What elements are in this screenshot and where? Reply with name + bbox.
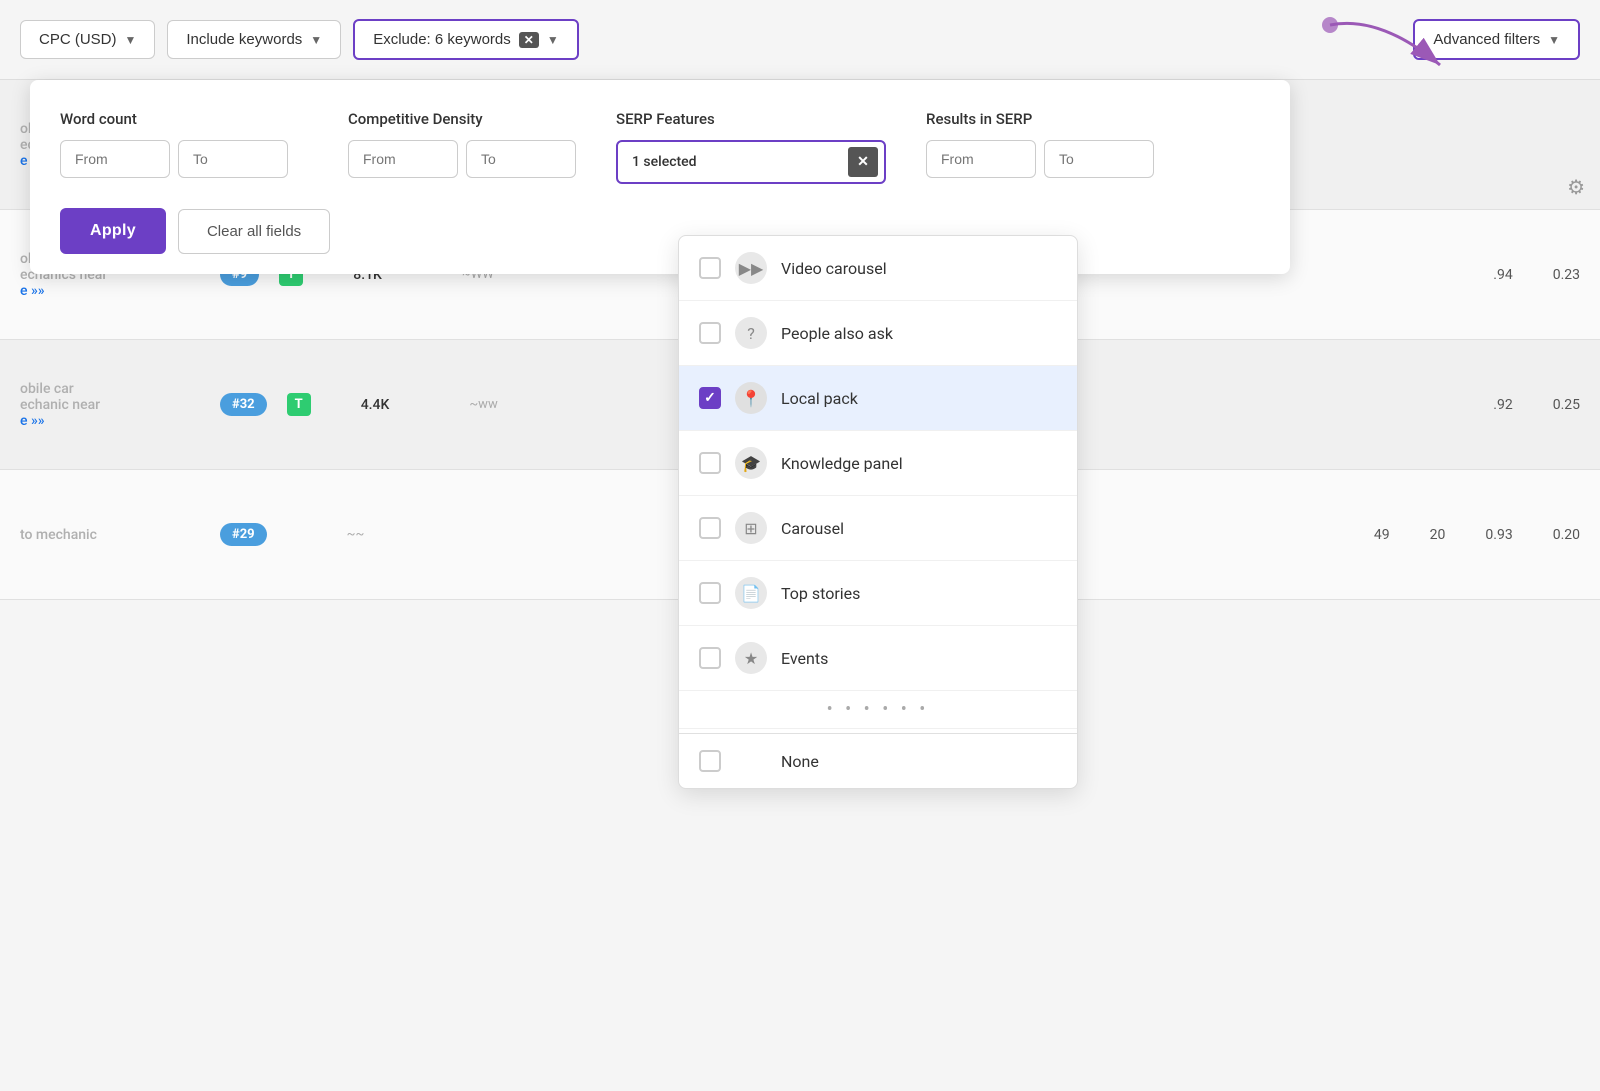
serp-option-label: None [781,752,819,771]
serp-option-label: People also ask [781,324,893,343]
serp-dropdown: ▶▶ Video carousel ? People also ask 📍 Lo… [678,235,1078,789]
panel-actions: Apply Clear all fields [60,208,1260,254]
checkbox-carousel[interactable] [699,517,721,539]
results-in-serp-from-input[interactable] [926,140,1036,178]
serp-features-filter: SERP Features 1 selected ✕ [616,110,886,184]
filters-row: Word count Competitive Density SERP Feat… [60,110,1260,184]
serp-options-list: ▶▶ Video carousel ? People also ask 📍 Lo… [679,236,1077,788]
serp-option-label: Top stories [781,584,860,603]
word-count-to-input[interactable] [178,140,288,178]
checkbox-events[interactable] [699,647,721,669]
serp-selected-count: 1 selected [618,154,848,170]
serp-option-label: Video carousel [781,259,887,278]
exclude-keywords-label: Exclude: 6 keywords [373,31,511,48]
local-pack-icon: 📍 [735,382,767,414]
results-in-serp-label: Results in SERP [926,110,1154,128]
word-count-inputs [60,140,288,178]
serp-option-events[interactable]: ★ Events [679,626,1077,691]
serp-option-top-stories[interactable]: 📄 Top stories [679,561,1077,626]
checkbox-local-pack[interactable] [699,387,721,409]
advanced-filters-panel: Word count Competitive Density SERP Feat… [30,80,1290,274]
exclude-keywords-button[interactable]: Exclude: 6 keywords ✕ ▼ [353,19,579,60]
chevron-down-icon: ▼ [125,33,137,47]
knowledge-panel-icon: 🎓 [735,447,767,479]
serp-clear-button[interactable]: ✕ [848,147,878,177]
carousel-icon: ⊞ [735,512,767,544]
advanced-filters-label: Advanced filters [1433,31,1540,48]
serp-option-people-also-ask[interactable]: ? People also ask [679,301,1077,366]
serp-option-label: Carousel [781,519,844,538]
competitive-density-to-input[interactable] [466,140,576,178]
close-icon[interactable]: ✕ [519,32,539,48]
clear-all-label: Clear all fields [207,223,301,240]
people-also-ask-icon: ? [735,317,767,349]
results-in-serp-filter: Results in SERP [926,110,1154,178]
serp-option-label: Local pack [781,389,858,408]
chevron-down-icon: ▼ [310,33,322,47]
checkbox-people-also-ask[interactable] [699,322,721,344]
checkbox-knowledge-panel[interactable] [699,452,721,474]
serp-option-label: Events [781,649,828,668]
chevron-down-icon: ▼ [1548,33,1560,47]
filter-bar: CPC (USD) ▼ Include keywords ▼ Exclude: … [0,0,1600,80]
competitive-density-from-input[interactable] [348,140,458,178]
serp-option-label: Knowledge panel [781,454,903,473]
serp-option-none[interactable]: None [679,733,1077,788]
word-count-from-input[interactable] [60,140,170,178]
competitive-density-label: Competitive Density [348,110,576,128]
serp-option-knowledge-panel[interactable]: 🎓 Knowledge panel [679,431,1077,496]
chevron-down-icon: ▼ [547,33,559,47]
events-icon: ★ [735,642,767,674]
t-badge: T [287,393,311,416]
apply-label: Apply [90,222,136,239]
results-in-serp-to-input[interactable] [1044,140,1154,178]
serp-option-local-pack[interactable]: 📍 Local pack [679,366,1077,431]
competitive-density-filter: Competitive Density [348,110,576,178]
results-in-serp-inputs [926,140,1154,178]
cpc-filter-button[interactable]: CPC (USD) ▼ [20,20,155,59]
serp-option-video-carousel[interactable]: ▶▶ Video carousel [679,236,1077,301]
competitive-density-inputs [348,140,576,178]
rank-badge: #29 [220,523,267,546]
advanced-filters-button[interactable]: Advanced filters ▼ [1413,19,1580,60]
clear-all-button[interactable]: Clear all fields [178,209,330,254]
checkbox-top-stories[interactable] [699,582,721,604]
serp-features-label: SERP Features [616,110,886,128]
include-keywords-button[interactable]: Include keywords ▼ [167,20,341,59]
top-stories-icon: 📄 [735,577,767,609]
include-keywords-label: Include keywords [186,31,302,48]
scroll-indicator: • • • • • • [679,691,1077,729]
word-count-filter: Word count [60,110,288,178]
rank-badge: #32 [220,393,267,416]
checkbox-video-carousel[interactable] [699,257,721,279]
serp-option-carousel[interactable]: ⊞ Carousel [679,496,1077,561]
serp-features-selector[interactable]: 1 selected ✕ [616,140,886,184]
video-carousel-icon: ▶▶ [735,252,767,284]
cpc-filter-label: CPC (USD) [39,31,117,48]
checkbox-none[interactable] [699,750,721,772]
word-count-label: Word count [60,110,288,128]
gear-icon[interactable]: ⚙ [1567,175,1585,199]
apply-button[interactable]: Apply [60,208,166,254]
